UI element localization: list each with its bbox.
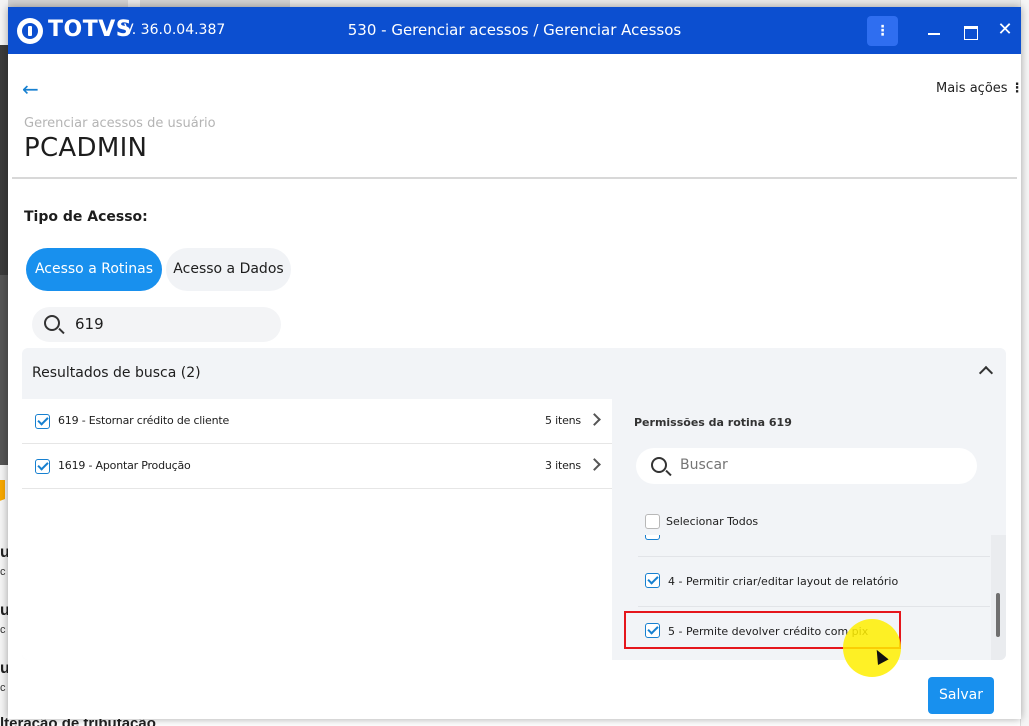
kebab-icon: ⋮ [1010, 81, 1021, 96]
minimize-icon[interactable] [923, 19, 945, 41]
search-icon [44, 315, 60, 331]
permission-search-box [636, 448, 977, 484]
background-right-edge [1020, 0, 1029, 726]
select-all-checkbox[interactable] [645, 514, 660, 529]
chevron-up-icon[interactable] [978, 365, 994, 381]
tab-acesso-a-rotinas[interactable]: Acesso a Rotinas [26, 248, 162, 291]
routine-checkbox[interactable] [35, 414, 50, 429]
page-title: PCADMIN [24, 133, 148, 163]
tab-acesso-a-dados[interactable]: Acesso a Dados [166, 248, 291, 291]
routine-item-count: 5 itens [545, 414, 581, 427]
routine-list: 619 - Estornar crédito de cliente 5 iten… [22, 399, 612, 660]
background-text: c [0, 624, 6, 636]
permission-divider [638, 556, 990, 557]
list-item[interactable]: 619 - Estornar crédito de cliente 5 iten… [22, 399, 612, 444]
breadcrumb: Gerenciar acessos de usuário [24, 116, 216, 131]
results-header[interactable]: Resultados de busca (2) [22, 348, 1006, 399]
chevron-right-icon[interactable] [588, 413, 601, 426]
routine-label: 619 - Estornar crédito de cliente [58, 414, 230, 427]
scrollbar-thumb[interactable] [996, 593, 1000, 637]
permission-checkbox[interactable] [645, 573, 660, 588]
routine-checkbox[interactable] [35, 459, 50, 474]
select-all-label: Selecionar Todos [666, 515, 759, 528]
maximize-icon[interactable] [959, 19, 981, 41]
list-item[interactable]: 1619 - Apontar Produção 3 itens [22, 444, 612, 489]
background-text: c [0, 682, 6, 694]
search-icon [651, 457, 667, 473]
save-button[interactable]: Salvar [928, 677, 994, 714]
background-dark-panel [0, 45, 8, 275]
permission-scrollbar[interactable] [991, 535, 1006, 660]
permission-checkbox-partial[interactable] [645, 535, 660, 540]
permission-search-input[interactable] [680, 457, 950, 473]
routine-label: 1619 - Apontar Produção [58, 459, 191, 472]
background-dark-panel [0, 275, 8, 465]
cursor-highlight [843, 619, 901, 677]
chevron-right-icon[interactable] [588, 458, 601, 471]
title-bar: TOTVS V. 36.0.04.387 530 - Gerenciar ace… [8, 7, 1021, 54]
routine-search-input[interactable] [75, 315, 265, 333]
background-logo-fragment [0, 480, 5, 524]
close-icon[interactable]: ✕ [994, 19, 1016, 41]
access-type-label: Tipo de Acesso: [24, 209, 148, 225]
more-actions-button[interactable]: Mais ações ⋮ [936, 81, 1021, 96]
permission-label: 4 - Permitir criar/editar layout de rela… [668, 575, 899, 588]
routine-item-count: 3 itens [545, 459, 581, 472]
more-actions-label: Mais ações [936, 81, 1008, 96]
header-divider [12, 177, 1017, 179]
permissions-title: Permissões da rotina 619 [634, 416, 792, 429]
results-title: Resultados de busca (2) [32, 365, 201, 381]
back-arrow-icon[interactable]: ← [22, 77, 39, 101]
permission-divider [638, 606, 990, 607]
window-menu-button[interactable]: ⋮ [867, 16, 898, 46]
background-text: c [0, 566, 6, 578]
routine-search-box [32, 307, 281, 342]
